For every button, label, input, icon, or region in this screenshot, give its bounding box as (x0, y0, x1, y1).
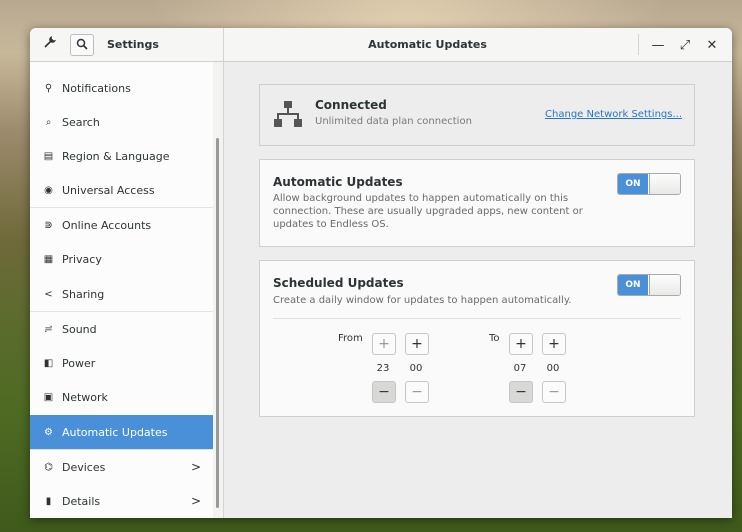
to-hour-decrement-button[interactable]: − (509, 381, 533, 403)
sidebar-item-label: Devices (62, 460, 106, 474)
panel-title: Automatic Updates (368, 38, 487, 51)
switch-on-label: ON (618, 275, 648, 295)
to-minute-increment-button[interactable]: + (542, 333, 566, 355)
main-panel: Connected Unlimited data plan connection… (224, 62, 732, 518)
minimize-icon: — (651, 37, 665, 53)
maximize-icon: ⤢ (679, 37, 691, 53)
chevron-right-icon: > (190, 460, 201, 474)
header-separator (638, 34, 639, 55)
from-minute-decrement-button[interactable]: − (405, 381, 429, 403)
network-status-subtitle: Unlimited data plan connection (315, 116, 472, 127)
search-icon: ⌕ (45, 116, 52, 128)
sidebar-item-label: Details (62, 494, 101, 508)
sidebar-item-sound[interactable]: ≓ Sound (30, 312, 213, 346)
privacy-icon: ▦ (43, 253, 54, 265)
sidebar-item-power[interactable]: ◧ Power (30, 346, 213, 380)
from-hour-increment-button[interactable]: + (372, 333, 396, 355)
to-hour-increment-button[interactable]: + (509, 333, 533, 355)
maximize-button[interactable]: ⤢ (675, 35, 695, 55)
to-hour-spinner: + 07 − (509, 333, 533, 403)
sidebar-scrollbar[interactable] (216, 138, 219, 508)
to-minute-value[interactable]: 00 (542, 355, 564, 381)
close-icon: ✕ (706, 37, 718, 53)
automatic-updates-switch[interactable]: ON (617, 173, 681, 195)
from-minute-spinner: + 00 − (405, 333, 429, 403)
from-hour-spinner: + 23 − (372, 333, 396, 403)
sidebar-item-universal-access[interactable]: ◉ Universal Access (30, 173, 213, 207)
share-icon: < (44, 288, 53, 300)
scheduled-updates-card: Scheduled Updates Create a daily window … (259, 260, 695, 417)
to-minute-decrement-button[interactable]: − (542, 381, 566, 403)
scheduled-updates-description: Create a daily window for updates to hap… (273, 295, 572, 306)
info-icon: ▮ (45, 495, 52, 507)
network-icon: ▣ (43, 391, 54, 403)
sidebar-item-label: Universal Access (62, 183, 155, 197)
sidebar-item-privacy[interactable]: ▦ Privacy (30, 242, 213, 276)
from-hour-value[interactable]: 23 (372, 355, 394, 381)
sidebar-item-label: Sound (62, 322, 97, 336)
automatic-updates-card: Automatic Updates Allow background updat… (259, 159, 695, 247)
sidebar-item-label: Privacy (62, 252, 102, 266)
sidebar-item-label: Region & Language (62, 149, 170, 163)
to-hour-value[interactable]: 07 (509, 355, 531, 381)
sidebar-item-devices[interactable]: ⌬ Devices > (30, 450, 213, 484)
sidebar-item-label: Automatic Updates (62, 425, 168, 439)
search-icon (76, 38, 88, 53)
sidebar-item-sharing[interactable]: < Sharing (30, 277, 213, 311)
change-network-settings-link[interactable]: Change Network Settings... (545, 109, 682, 120)
sidebar-item-label: Sharing (62, 287, 105, 301)
switch-on-label: ON (618, 174, 648, 194)
wrench-icon (43, 35, 56, 52)
network-wired-icon (273, 99, 303, 132)
from-minute-increment-button[interactable]: + (405, 333, 429, 355)
sidebar-item-search[interactable]: ⌕ Search (30, 105, 213, 139)
sidebar-item-automatic-updates[interactable]: ⚙ Automatic Updates (30, 415, 213, 449)
automatic-updates-title: Automatic Updates (273, 175, 403, 189)
schedule-divider (273, 318, 681, 319)
from-label: From (338, 333, 363, 344)
from-minute-value[interactable]: 00 (405, 355, 427, 381)
sidebar-item-label: Power (62, 356, 96, 370)
scheduled-updates-title: Scheduled Updates (273, 276, 404, 290)
from-hour-decrement-button[interactable]: − (372, 381, 396, 403)
keyboard-icon: ▤ (43, 150, 54, 162)
sidebar-item-label: Online Accounts (62, 218, 152, 232)
to-label: To (489, 333, 500, 344)
app-title: Settings (107, 38, 159, 51)
sidebar-item-network[interactable]: ▣ Network (30, 380, 213, 414)
sidebar-item-region-language[interactable]: ▤ Region & Language (30, 139, 213, 173)
sidebar-item-notifications[interactable]: ⚲ Notifications (30, 71, 213, 105)
switch-knob (649, 275, 680, 295)
tools-button[interactable] (38, 34, 60, 54)
search-button[interactable] (70, 34, 94, 56)
to-minute-spinner: + 00 − (542, 333, 566, 403)
scheduled-updates-switch[interactable]: ON (617, 274, 681, 296)
settings-window: Settings Automatic Updates — ⤢ ✕ ⚲ Notifi… (30, 28, 732, 518)
automatic-updates-description: Allow background updates to happen autom… (273, 193, 583, 230)
sidebar-item-label: Notifications (62, 81, 131, 95)
gear-icon: ⚙ (44, 426, 53, 438)
sound-icon: ≓ (44, 323, 53, 335)
close-button[interactable]: ✕ (702, 35, 722, 55)
network-status-title: Connected (315, 98, 387, 112)
sidebar-item-label: Search (62, 115, 100, 129)
power-icon: ◧ (43, 357, 54, 369)
sidebar-item-online-accounts[interactable]: ⋑ Online Accounts (30, 208, 213, 242)
network-status-card: Connected Unlimited data plan connection… (259, 84, 695, 146)
notifications-icon: ⚲ (44, 82, 53, 94)
sidebar-item-details[interactable]: ▮ Details > (30, 484, 213, 518)
online-accounts-icon: ⋑ (44, 219, 53, 231)
switch-knob (649, 174, 680, 194)
minimize-button[interactable]: — (648, 35, 668, 55)
chevron-right-icon: > (190, 494, 201, 508)
header-left-pane: Settings (30, 28, 224, 61)
sidebar-item-label: Network (62, 390, 108, 404)
accessibility-icon: ◉ (44, 184, 53, 196)
header-bar: Settings Automatic Updates — ⤢ ✕ (30, 28, 732, 62)
sidebar: ⚲ Notifications ⌕ Search ▤ Region & Languag… (30, 62, 223, 518)
devices-icon: ⌬ (44, 461, 53, 473)
